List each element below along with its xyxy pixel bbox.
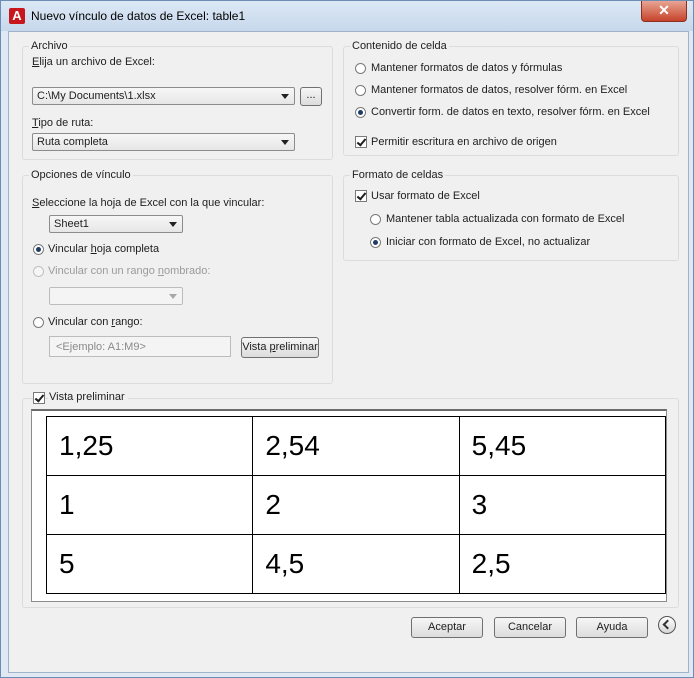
table-cell: 5,45 <box>458 416 667 476</box>
path-type-combo[interactable]: Ruta completa <box>32 133 295 151</box>
title-bar: A Nuevo vínculo de datos de Excel: table… <box>1 1 693 31</box>
checkmark-icon <box>356 190 367 201</box>
dialog-window: A Nuevo vínculo de datos de Excel: table… <box>0 0 694 678</box>
checkmark-icon <box>34 392 45 403</box>
table-cell: 4,5 <box>252 534 460 594</box>
archivo-group: Archivo Elija un archivo de Excel: C:\My… <box>22 40 333 160</box>
label-preview: Vista preliminar <box>48 391 128 403</box>
chevron-down-icon <box>169 294 177 299</box>
close-icon: ✕ <box>658 2 670 18</box>
label-start-excel-format: Iniciar con formato de Excel, no actuali… <box>386 236 591 248</box>
sheet-select-label: Seleccione la hoja de Excel con la que v… <box>32 197 265 209</box>
formato-legend: Formato de celdas <box>350 169 446 181</box>
checkmark-icon <box>356 136 367 147</box>
table-cell: 5 <box>45 534 254 594</box>
radio-link-range[interactable] <box>33 317 44 328</box>
radio-keep-updated[interactable] <box>370 214 381 225</box>
dialog-client-area: Archivo Elija un archivo de Excel: C:\My… <box>8 31 689 673</box>
help-button[interactable]: Ayuda <box>576 617 648 638</box>
autocad-app-icon: A <box>9 8 25 24</box>
radio-link-named-range[interactable] <box>33 266 44 277</box>
table-cell: 1 <box>45 475 254 535</box>
label-keep-formulas: Mantener formatos de datos y fórmulas <box>371 62 563 74</box>
sheet-combo-value: Sheet1 <box>54 218 89 230</box>
archivo-legend: Archivo <box>29 40 70 52</box>
opciones-group: Opciones de vínculo Seleccione la hoja d… <box>22 169 333 384</box>
choose-file-label: Elija un archivo de Excel: <box>32 56 155 68</box>
radio-resolve-excel[interactable] <box>355 85 366 96</box>
chevron-down-icon <box>281 94 289 99</box>
accept-button[interactable]: Aceptar <box>411 617 483 638</box>
checkbox-preview[interactable] <box>33 392 45 404</box>
file-combo-value: C:\My Documents\1.xlsx <box>37 90 156 102</box>
path-type-value: Ruta completa <box>37 136 108 148</box>
named-range-combo[interactable] <box>49 287 183 305</box>
label-link-whole-sheet: Vincular hoja completa <box>48 243 160 255</box>
file-combo[interactable]: C:\My Documents\1.xlsx <box>32 87 295 105</box>
table-row: 1,25 2,54 5,45 <box>45 416 667 476</box>
window-title: Nuevo vínculo de datos de Excel: table1 <box>31 9 246 23</box>
radio-start-excel-format[interactable] <box>370 237 381 248</box>
browse-button[interactable]: ... <box>300 87 322 106</box>
cancel-button[interactable]: Cancelar <box>494 617 566 638</box>
label-use-excel-format: Usar formato de Excel <box>371 190 480 202</box>
preview-table: 1,25 2,54 5,45 1 2 3 5 4,5 2,5 <box>45 416 667 594</box>
table-row: 1 2 3 <box>45 475 667 535</box>
opciones-legend: Opciones de vínculo <box>29 169 133 181</box>
preview-button[interactable]: Vista preliminar <box>241 337 319 358</box>
path-type-label: Tipo de ruta: <box>32 117 94 129</box>
checkbox-use-excel-format[interactable] <box>355 190 367 202</box>
preview-area: 1,25 2,54 5,45 1 2 3 5 4,5 2,5 <box>31 409 667 602</box>
label-convert-text: Convertir form. de datos en texto, resol… <box>371 106 650 118</box>
label-link-named-range: Vincular con un rango nombrado: <box>48 265 211 277</box>
label-resolve-excel: Mantener formatos de datos, resolver fór… <box>371 84 628 96</box>
table-cell: 2,54 <box>252 416 460 476</box>
contenido-legend: Contenido de celda <box>350 40 449 52</box>
radio-link-whole-sheet[interactable] <box>33 244 44 255</box>
chevron-left-icon <box>662 619 673 630</box>
table-cell: 2 <box>252 475 460 535</box>
range-input-box <box>49 336 231 357</box>
label-keep-updated: Mantener tabla actualizada con formato d… <box>386 213 625 225</box>
chevron-down-icon <box>281 140 289 145</box>
radio-convert-text[interactable] <box>355 107 366 118</box>
checkbox-allow-write[interactable] <box>355 136 367 148</box>
table-cell: 1,25 <box>45 416 254 476</box>
radio-keep-formulas[interactable] <box>355 63 366 74</box>
chevron-down-icon <box>169 222 177 227</box>
label-link-range: Vincular con rango: <box>48 316 143 328</box>
formato-group: Formato de celdas Usar formato de Excel … <box>343 169 679 261</box>
range-input[interactable] <box>50 337 230 356</box>
collapse-button[interactable] <box>658 616 676 634</box>
sheet-combo[interactable]: Sheet1 <box>49 215 183 233</box>
close-button[interactable]: ✕ <box>641 1 687 22</box>
table-cell: 3 <box>458 475 667 535</box>
contenido-group: Contenido de celda Mantener formatos de … <box>343 40 679 156</box>
label-allow-write: Permitir escritura en archivo de origen <box>371 136 557 148</box>
table-cell: 2,5 <box>458 534 667 594</box>
table-row: 5 4,5 2,5 <box>45 534 667 594</box>
